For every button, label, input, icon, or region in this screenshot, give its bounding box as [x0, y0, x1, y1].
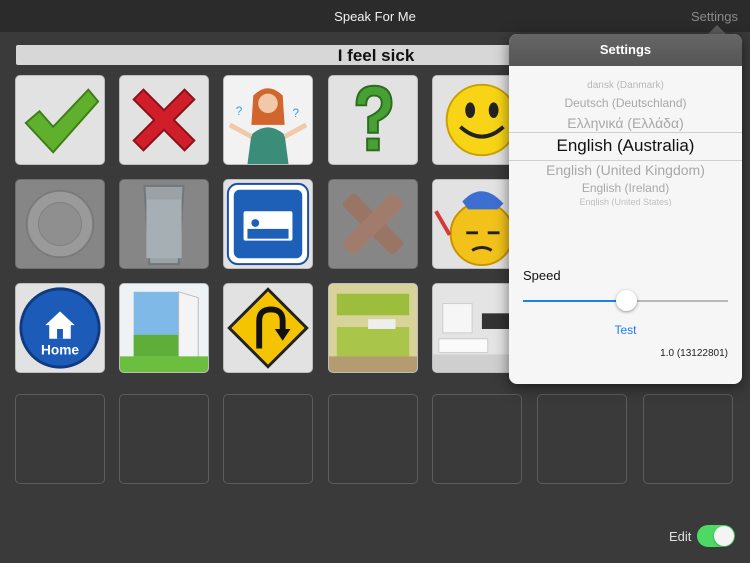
tile-kitchen[interactable]: [328, 283, 418, 373]
popover-title: Settings: [509, 34, 742, 66]
home-label: Home: [41, 342, 79, 357]
picker-selection-line: [509, 160, 742, 161]
u-turn-sign-icon: [227, 287, 309, 369]
bed-sign-icon: [226, 182, 310, 266]
empty-slot[interactable]: [643, 394, 733, 484]
edit-toggle[interactable]: [697, 525, 735, 547]
settings-popover: Settings dansk (Danmark) Deutsch (Deutsc…: [509, 34, 742, 384]
test-button[interactable]: Test: [509, 323, 742, 337]
sick-face-icon: [434, 191, 515, 267]
language-option[interactable]: English (United States): [509, 197, 742, 206]
confused-girl-icon: ? ?: [224, 76, 312, 164]
tile-u-turn-sign[interactable]: [223, 283, 313, 373]
tile-home[interactable]: Home: [15, 283, 105, 373]
tile-confused-girl[interactable]: ? ?: [223, 75, 313, 165]
language-option[interactable]: Deutsch (Deutschland): [509, 96, 742, 110]
top-bar: Speak For Me Settings: [0, 0, 750, 32]
empty-slot[interactable]: [537, 394, 627, 484]
empty-slot[interactable]: [119, 394, 209, 484]
tile-checkmark[interactable]: [15, 75, 105, 165]
slider-track-filled: [523, 300, 626, 302]
edit-label: Edit: [669, 529, 692, 544]
tile-bed-sign[interactable]: [223, 179, 313, 269]
language-picker[interactable]: dansk (Danmark) Deutsch (Deutschland) Ελ…: [509, 66, 742, 206]
open-door-icon: [120, 284, 208, 372]
empty-slot[interactable]: [223, 394, 313, 484]
tile-open-door[interactable]: [119, 283, 209, 373]
empty-slot[interactable]: [328, 394, 418, 484]
living-room-icon: [433, 284, 521, 372]
app-title: Speak For Me: [334, 9, 416, 24]
tile-plate[interactable]: [15, 179, 105, 269]
language-option[interactable]: English (Ireland): [509, 181, 742, 195]
tile-question-mark[interactable]: [328, 75, 418, 165]
language-option[interactable]: English (United Kingdom): [509, 162, 742, 178]
question-mark-icon: [355, 84, 393, 152]
tile-glass[interactable]: [119, 179, 209, 269]
slider-thumb[interactable]: [615, 290, 637, 311]
language-option[interactable]: Ελληνικά (Ελλάδα): [509, 115, 742, 131]
tile-bandage[interactable]: [328, 179, 418, 269]
speed-slider[interactable]: [523, 290, 728, 312]
slider-track: [625, 300, 728, 302]
tile-cross[interactable]: [119, 75, 209, 165]
language-option-selected[interactable]: English (Australia): [509, 136, 742, 156]
plate-icon: [25, 189, 95, 259]
bandage-icon: [342, 193, 404, 255]
empty-slot[interactable]: [432, 394, 522, 484]
svg-text:?: ?: [292, 107, 299, 120]
checkmark-icon: [24, 88, 100, 154]
kitchen-icon: [329, 284, 417, 372]
home-button-icon: Home: [19, 287, 101, 369]
toggle-knob: [714, 526, 734, 546]
language-option[interactable]: dansk (Danmark): [509, 80, 742, 91]
picker-selection-line: [509, 132, 742, 133]
cross-icon: [132, 88, 196, 152]
popover-arrow: [708, 25, 726, 34]
speed-label: Speed: [523, 268, 561, 283]
settings-button[interactable]: Settings: [691, 9, 738, 24]
svg-text:?: ?: [236, 105, 243, 118]
empty-slot[interactable]: [15, 394, 105, 484]
smiley-icon: [445, 83, 519, 157]
version-label: 1.0 (13122801): [660, 348, 728, 359]
glass-icon: [143, 184, 185, 266]
